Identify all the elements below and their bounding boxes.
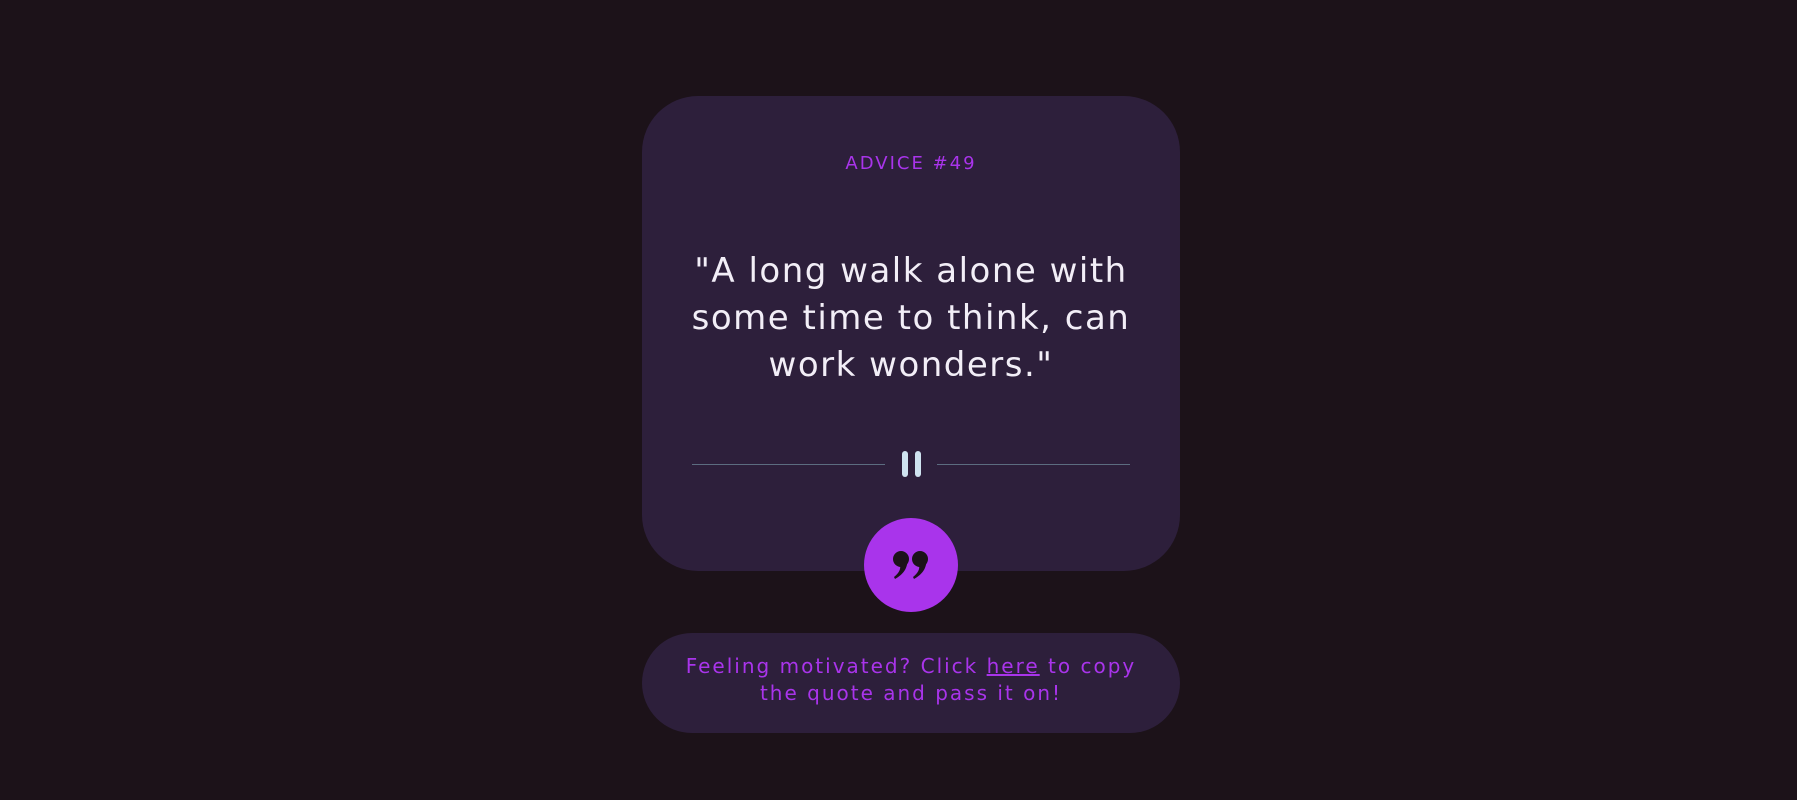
advice-card: ADVICE #49 "A long walk alone with some …	[642, 96, 1180, 571]
divider-line-left	[692, 463, 885, 465]
divider-line-right	[937, 463, 1130, 465]
divider	[692, 450, 1130, 478]
share-text-before: Feeling motivated? Click	[685, 654, 987, 678]
new-advice-button[interactable]	[864, 518, 958, 612]
copy-quote-link[interactable]: here	[987, 654, 1040, 678]
quote-icon	[893, 551, 928, 579]
advice-number: ADVICE #49	[845, 153, 977, 174]
pause-icon	[885, 450, 937, 478]
advice-quote: "A long walk alone with some time to thi…	[691, 251, 1131, 385]
page: ADVICE #49 "A long walk alone with some …	[0, 0, 1797, 800]
share-box: Feeling motivated? Click here to copy th…	[642, 633, 1180, 733]
